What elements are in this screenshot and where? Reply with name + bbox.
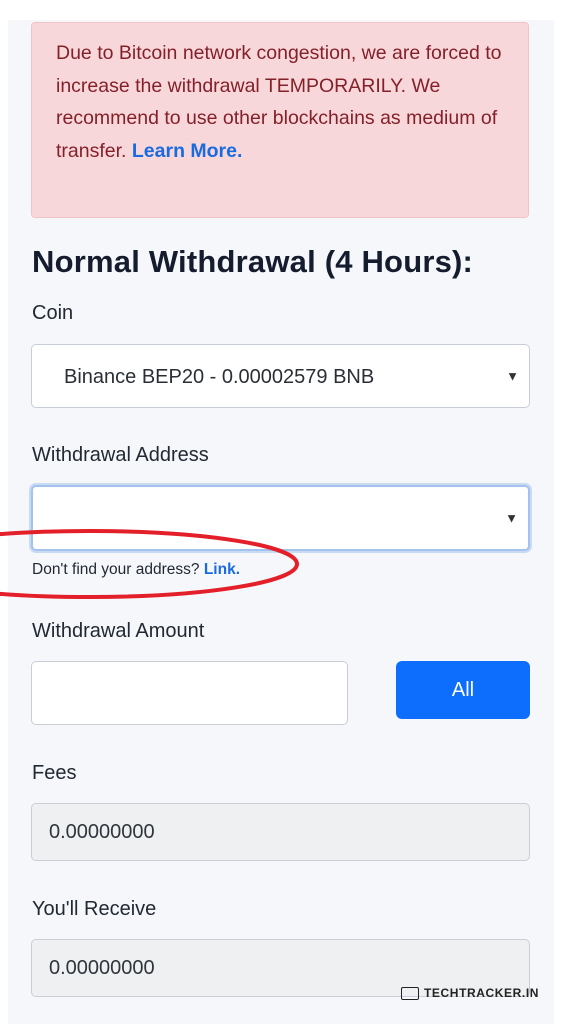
- coin-select[interactable]: Binance BEP20 - 0.00002579 BNB ▼: [31, 344, 530, 408]
- page: Due to Bitcoin network congestion, we ar…: [0, 0, 562, 1024]
- laptop-icon: [401, 986, 419, 1000]
- address-help-label: Don't find your address?: [32, 561, 204, 578]
- fees-field: 0.00000000: [31, 803, 530, 861]
- watermark-text: TECHTRACKER.IN: [424, 986, 540, 1000]
- congestion-alert: Due to Bitcoin network congestion, we ar…: [31, 22, 529, 218]
- address-help-link[interactable]: Link.: [204, 561, 240, 578]
- fees-label: Fees: [32, 762, 77, 784]
- coin-selected-value: Binance BEP20 - 0.00002579 BNB: [64, 366, 375, 388]
- withdrawal-address-select[interactable]: ▼: [31, 485, 530, 551]
- page-title: Normal Withdrawal (4 Hours):: [32, 244, 474, 279]
- learn-more-link[interactable]: Learn More.: [132, 140, 243, 162]
- watermark: TECHTRACKER.IN: [401, 986, 539, 1000]
- withdrawal-amount-input[interactable]: [31, 661, 348, 725]
- address-help-text: Don't find your address? Link.: [32, 561, 240, 579]
- withdrawal-address-label: Withdrawal Address: [32, 444, 209, 466]
- chevron-down-icon: ▼: [505, 510, 518, 526]
- all-amount-button[interactable]: All: [396, 661, 530, 719]
- fees-value: 0.00000000: [49, 821, 155, 843]
- receive-value: 0.00000000: [49, 957, 155, 979]
- coin-label: Coin: [32, 302, 74, 324]
- chevron-down-icon: ▼: [506, 368, 519, 384]
- withdrawal-amount-label: Withdrawal Amount: [32, 620, 205, 642]
- alert-message: Due to Bitcoin network congestion, we ar…: [56, 42, 502, 162]
- receive-label: You'll Receive: [32, 898, 157, 920]
